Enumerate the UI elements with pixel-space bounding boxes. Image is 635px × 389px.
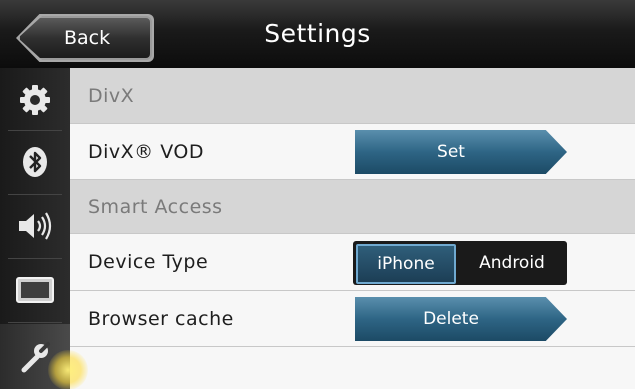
bluetooth-icon [23, 147, 47, 177]
touch-indicator [48, 350, 88, 389]
setting-row-device-type: Device Type iPhone Android [70, 234, 635, 291]
settings-screen: Back Settings DivX DivX® VOD Set Smart A… [0, 0, 635, 389]
section-title: Smart Access [88, 195, 223, 218]
device-type-selector: iPhone Android [353, 241, 567, 285]
sidebar-divider [8, 130, 62, 131]
divx-vod-set-button[interactable]: Set [355, 130, 567, 174]
browser-cache-delete-button[interactable]: Delete [355, 297, 567, 341]
page-title: Settings [264, 19, 371, 48]
button-label: Delete [423, 309, 479, 329]
sidebar [0, 68, 70, 389]
section-header-smart-access: Smart Access [70, 180, 635, 234]
sidebar-divider [8, 322, 62, 323]
gear-icon [20, 85, 50, 115]
sidebar-divider [8, 258, 62, 259]
speaker-icon [19, 212, 52, 240]
sidebar-item-audio[interactable] [0, 196, 70, 256]
device-type-option-android[interactable]: Android [459, 241, 565, 285]
display-icon [16, 277, 54, 303]
sidebar-item-bluetooth[interactable] [0, 132, 70, 192]
sidebar-divider [8, 194, 62, 195]
setting-label: DivX® VOD [88, 140, 204, 163]
sidebar-item-general[interactable] [0, 70, 70, 130]
section-title: DivX [88, 84, 135, 107]
sidebar-item-display[interactable] [0, 260, 70, 320]
wrench-icon [21, 341, 50, 372]
setting-label: Device Type [88, 251, 209, 273]
button-label: Set [437, 142, 465, 162]
setting-label: Browser cache [88, 307, 234, 330]
title-bar: Back Settings [0, 0, 635, 69]
device-type-option-iphone[interactable]: iPhone [356, 244, 456, 284]
settings-list: DivX DivX® VOD Set Smart Access Device T… [70, 68, 635, 389]
setting-row-browser-cache: Browser cache Delete [70, 291, 635, 347]
empty-row [70, 347, 635, 389]
section-header-divx: DivX [70, 68, 635, 124]
setting-row-divx-vod: DivX® VOD Set [70, 124, 635, 180]
